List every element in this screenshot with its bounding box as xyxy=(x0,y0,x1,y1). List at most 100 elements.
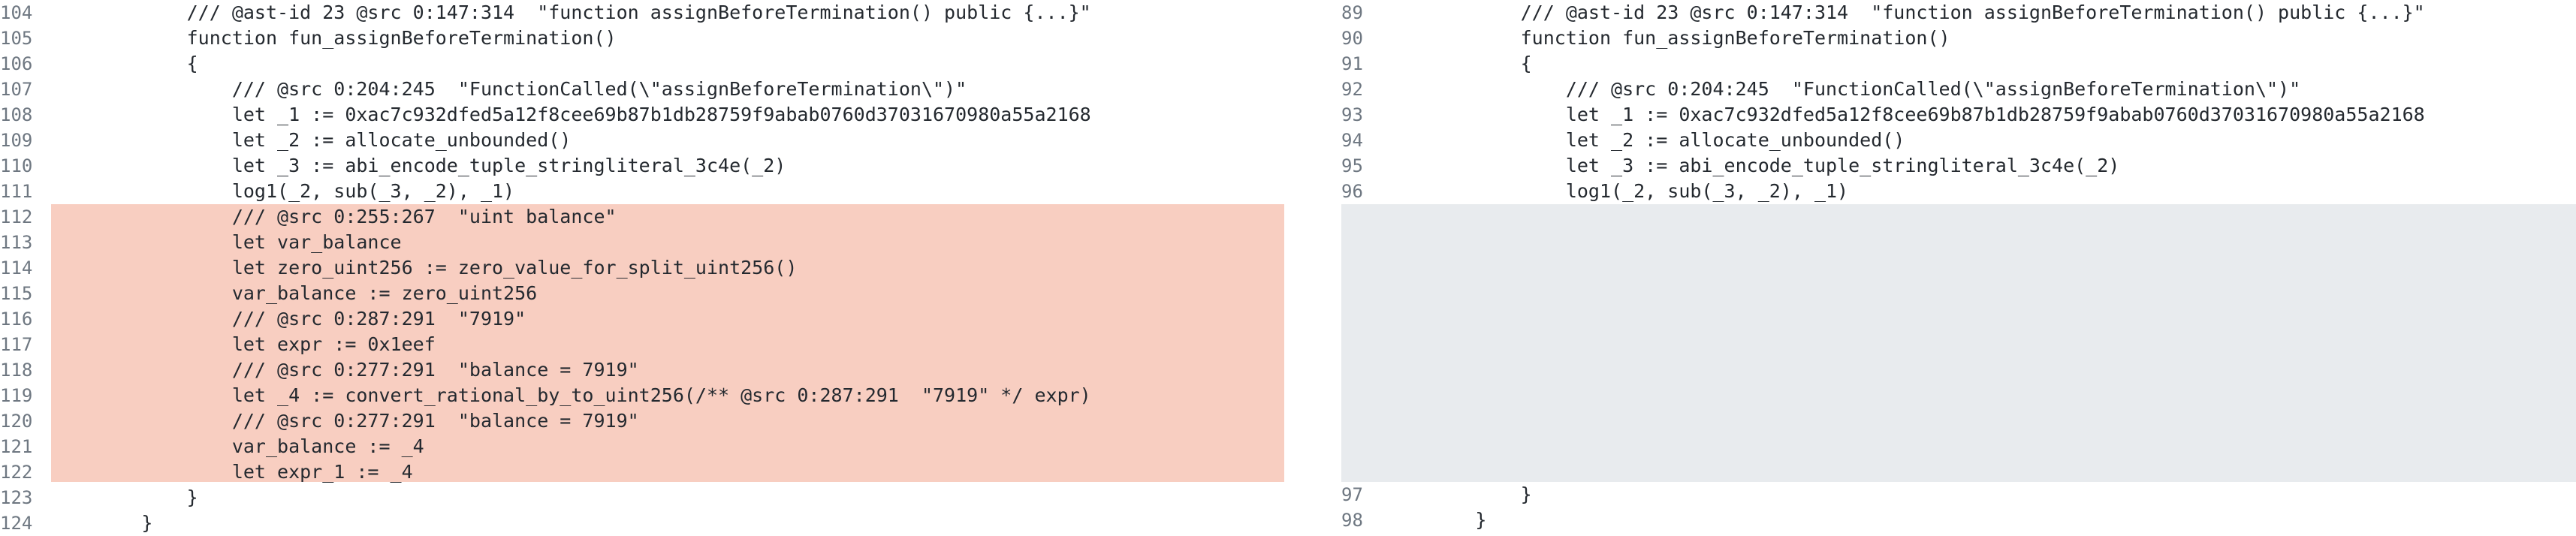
line-number: 96 xyxy=(1341,181,1363,202)
code-text: } xyxy=(51,512,153,534)
line-number: 91 xyxy=(1341,53,1363,74)
code-text: { xyxy=(51,53,198,74)
line-number: 119 xyxy=(0,385,33,406)
new-rows-after: 97 } 98 } xyxy=(1341,482,2576,533)
diff-pane-new: 89 /// @ast-id 23 @src 0:147:314 "functi… xyxy=(1341,0,2576,531)
line-number: 92 xyxy=(1341,79,1363,100)
line-number: 111 xyxy=(0,181,33,202)
diff-line: 119 let _4 := convert_rational_by_to_uin… xyxy=(0,383,1284,408)
code-text: /// @src 0:204:245 "FunctionCalled(\"ass… xyxy=(51,78,967,100)
diff-line: 89 /// @ast-id 23 @src 0:147:314 "functi… xyxy=(1341,0,2576,26)
new-rows-gap xyxy=(1341,204,2576,482)
diff-line: 105 function fun_assignBeforeTermination… xyxy=(0,26,1284,51)
line-number: 123 xyxy=(0,487,33,508)
diff-line: 107 /// @src 0:204:245 "FunctionCalled(\… xyxy=(0,77,1284,102)
old-rows-after: 123 } 124 } xyxy=(0,485,1284,536)
line-number: 121 xyxy=(0,436,33,457)
old-rows-removed: 112 /// @src 0:255:267 "uint balance" 113… xyxy=(0,204,1284,485)
code-text: /// @ast-id 23 @src 0:147:314 "function … xyxy=(1385,2,2425,23)
line-number: 124 xyxy=(0,513,33,534)
code-text: log1(_2, sub(_3, _2), _1) xyxy=(51,180,515,202)
code-text: let _1 := 0xac7c932dfed5a12f8cee69b87b1d… xyxy=(1385,104,2425,125)
diff-line: 112 /// @src 0:255:267 "uint balance" xyxy=(0,204,1284,230)
code-text: let expr := 0x1eef xyxy=(51,333,436,355)
code-text: function fun_assignBeforeTermination() xyxy=(51,27,617,49)
diff-line: 97 } xyxy=(1341,482,2576,507)
diff-line: 109 let _2 := allocate_unbounded() xyxy=(0,128,1284,153)
diff-line: 90 function fun_assignBeforeTermination(… xyxy=(1341,26,2576,51)
line-number: 107 xyxy=(0,79,33,100)
code-text: /// @src 0:287:291 "7919" xyxy=(51,308,526,330)
line-number: 118 xyxy=(0,360,33,381)
code-text: log1(_2, sub(_3, _2), _1) xyxy=(1385,180,1849,202)
code-text: /// @src 0:255:267 "uint balance" xyxy=(51,206,617,227)
diff-line: 118 /// @src 0:277:291 "balance = 7919" xyxy=(0,357,1284,383)
diff-line: 93 let _1 := 0xac7c932dfed5a12f8cee69b87… xyxy=(1341,102,2576,128)
diff-line: 114 let zero_uint256 := zero_value_for_s… xyxy=(0,255,1284,281)
diff-line: 95 let _3 := abi_encode_tuple_stringlite… xyxy=(1341,153,2576,179)
line-number: 97 xyxy=(1341,484,1363,505)
code-text: var_balance := _4 xyxy=(51,435,424,457)
line-number: 109 xyxy=(0,130,33,151)
line-number: 90 xyxy=(1341,28,1363,49)
code-text: /// @src 0:277:291 "balance = 7919" xyxy=(51,410,639,432)
new-rows-before: 89 /// @ast-id 23 @src 0:147:314 "functi… xyxy=(1341,0,2576,204)
diff-line: 108 let _1 := 0xac7c932dfed5a12f8cee69b8… xyxy=(0,102,1284,128)
line-number: 115 xyxy=(0,283,33,304)
line-number: 120 xyxy=(0,411,33,432)
code-text: /// @ast-id 23 @src 0:147:314 "function … xyxy=(51,2,1091,23)
diff-line: 113 let var_balance xyxy=(0,230,1284,255)
code-text: let expr_1 := _4 xyxy=(51,461,413,483)
diff-line: 110 let _3 := abi_encode_tuple_stringlit… xyxy=(0,153,1284,179)
code-text: function fun_assignBeforeTermination() xyxy=(1385,27,1950,49)
diff-line: 111 log1(_2, sub(_3, _2), _1) xyxy=(0,179,1284,204)
line-number: 94 xyxy=(1341,130,1363,151)
code-text: } xyxy=(1385,509,1487,531)
line-number: 112 xyxy=(0,206,33,227)
code-text: var_balance := zero_uint256 xyxy=(51,282,538,304)
line-number: 117 xyxy=(0,334,33,355)
diff-line: 122 let expr_1 := _4 xyxy=(0,459,1284,485)
code-text: let _1 := 0xac7c932dfed5a12f8cee69b87b1d… xyxy=(51,104,1091,125)
diff-line: 92 /// @src 0:204:245 "FunctionCalled(\"… xyxy=(1341,77,2576,102)
diff-line: 106 { xyxy=(0,51,1284,77)
split-diff-view: 104 /// @ast-id 23 @src 0:147:314 "funct… xyxy=(0,0,2576,534)
old-rows-before: 104 /// @ast-id 23 @src 0:147:314 "funct… xyxy=(0,0,1284,204)
old-lines: 104 /// @ast-id 23 @src 0:147:314 "funct… xyxy=(0,0,1284,536)
diff-line: 120 /// @src 0:277:291 "balance = 7919" xyxy=(0,408,1284,434)
diff-line: 124 } xyxy=(0,510,1284,536)
line-number: 104 xyxy=(0,2,33,23)
diff-line: 94 let _2 := allocate_unbounded() xyxy=(1341,128,2576,153)
diff-line: 121 var_balance := _4 xyxy=(0,434,1284,459)
diff-pane-old: 104 /// @ast-id 23 @src 0:147:314 "funct… xyxy=(0,0,1284,534)
line-number: 89 xyxy=(1341,2,1363,23)
line-number: 108 xyxy=(0,104,33,125)
line-number: 114 xyxy=(0,257,33,279)
pane-divider xyxy=(1284,0,1341,531)
code-text: /// @src 0:277:291 "balance = 7919" xyxy=(51,359,639,381)
line-number: 93 xyxy=(1341,104,1363,125)
diff-line: 116 /// @src 0:287:291 "7919" xyxy=(0,306,1284,332)
code-text: let _3 := abi_encode_tuple_stringliteral… xyxy=(1385,155,2120,176)
line-number: 105 xyxy=(0,28,33,49)
code-text: let _2 := allocate_unbounded() xyxy=(1385,129,1905,151)
line-number: 98 xyxy=(1341,510,1363,531)
diff-line: 115 var_balance := zero_uint256 xyxy=(0,281,1284,306)
line-number: 110 xyxy=(0,155,33,176)
diff-line: 123 } xyxy=(0,485,1284,510)
code-text: let var_balance xyxy=(51,231,402,253)
diff-line: 98 } xyxy=(1341,507,2576,533)
diff-line: 117 let expr := 0x1eef xyxy=(0,332,1284,357)
line-number: 95 xyxy=(1341,155,1363,176)
diff-line: 91 { xyxy=(1341,51,2576,77)
diff-line: 104 /// @ast-id 23 @src 0:147:314 "funct… xyxy=(0,0,1284,26)
line-number: 122 xyxy=(0,462,33,483)
line-number: 116 xyxy=(0,309,33,330)
line-number: 106 xyxy=(0,53,33,74)
code-text: } xyxy=(1385,483,1532,505)
code-text: let _2 := allocate_unbounded() xyxy=(51,129,572,151)
code-text: /// @src 0:204:245 "FunctionCalled(\"ass… xyxy=(1385,78,2301,100)
new-lines: 89 /// @ast-id 23 @src 0:147:314 "functi… xyxy=(1341,0,2576,533)
line-number: 113 xyxy=(0,232,33,253)
code-text: { xyxy=(1385,53,1532,74)
